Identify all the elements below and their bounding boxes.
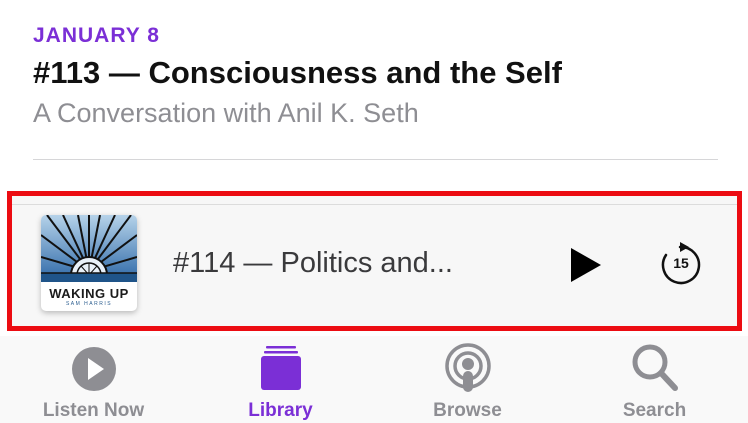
tab-label: Listen Now xyxy=(42,400,145,421)
mini-player-divider xyxy=(12,204,737,205)
tab-browse[interactable]: Browse xyxy=(374,336,561,423)
skip-back-button[interactable]: 15 xyxy=(658,241,704,287)
tab-label: Library xyxy=(248,400,313,421)
artwork-brand: WAKING UP xyxy=(49,286,129,301)
tab-listen-now[interactable]: Listen Now xyxy=(0,336,187,423)
mini-player[interactable]: WAKING UP SAM HARRIS #114 — Politics and… xyxy=(7,191,742,331)
artwork-subbrand: SAM HARRIS xyxy=(65,301,113,307)
podcasts-icon xyxy=(374,342,561,396)
episode-date: JANUARY 8 xyxy=(33,24,160,47)
tab-library[interactable]: Library xyxy=(187,336,374,423)
play-circle-icon xyxy=(0,342,187,396)
tab-label: Browse xyxy=(433,400,502,421)
skip-seconds: 15 xyxy=(673,255,689,271)
tab-bar: Listen Now Library Browse Search xyxy=(0,336,748,423)
episode-title[interactable]: #113 — Consciousness and the Self xyxy=(33,55,562,91)
tab-search[interactable]: Search xyxy=(561,336,748,423)
now-playing-title[interactable]: #114 — Politics and... xyxy=(173,247,453,280)
episode-subtitle: A Conversation with Anil K. Seth xyxy=(33,98,419,128)
play-icon xyxy=(571,248,601,282)
magnifier-icon xyxy=(561,342,748,396)
tab-label: Search xyxy=(622,400,687,421)
podcast-artwork: WAKING UP SAM HARRIS xyxy=(41,215,137,311)
play-button[interactable] xyxy=(565,245,605,285)
divider xyxy=(33,159,718,160)
library-icon xyxy=(187,342,374,396)
